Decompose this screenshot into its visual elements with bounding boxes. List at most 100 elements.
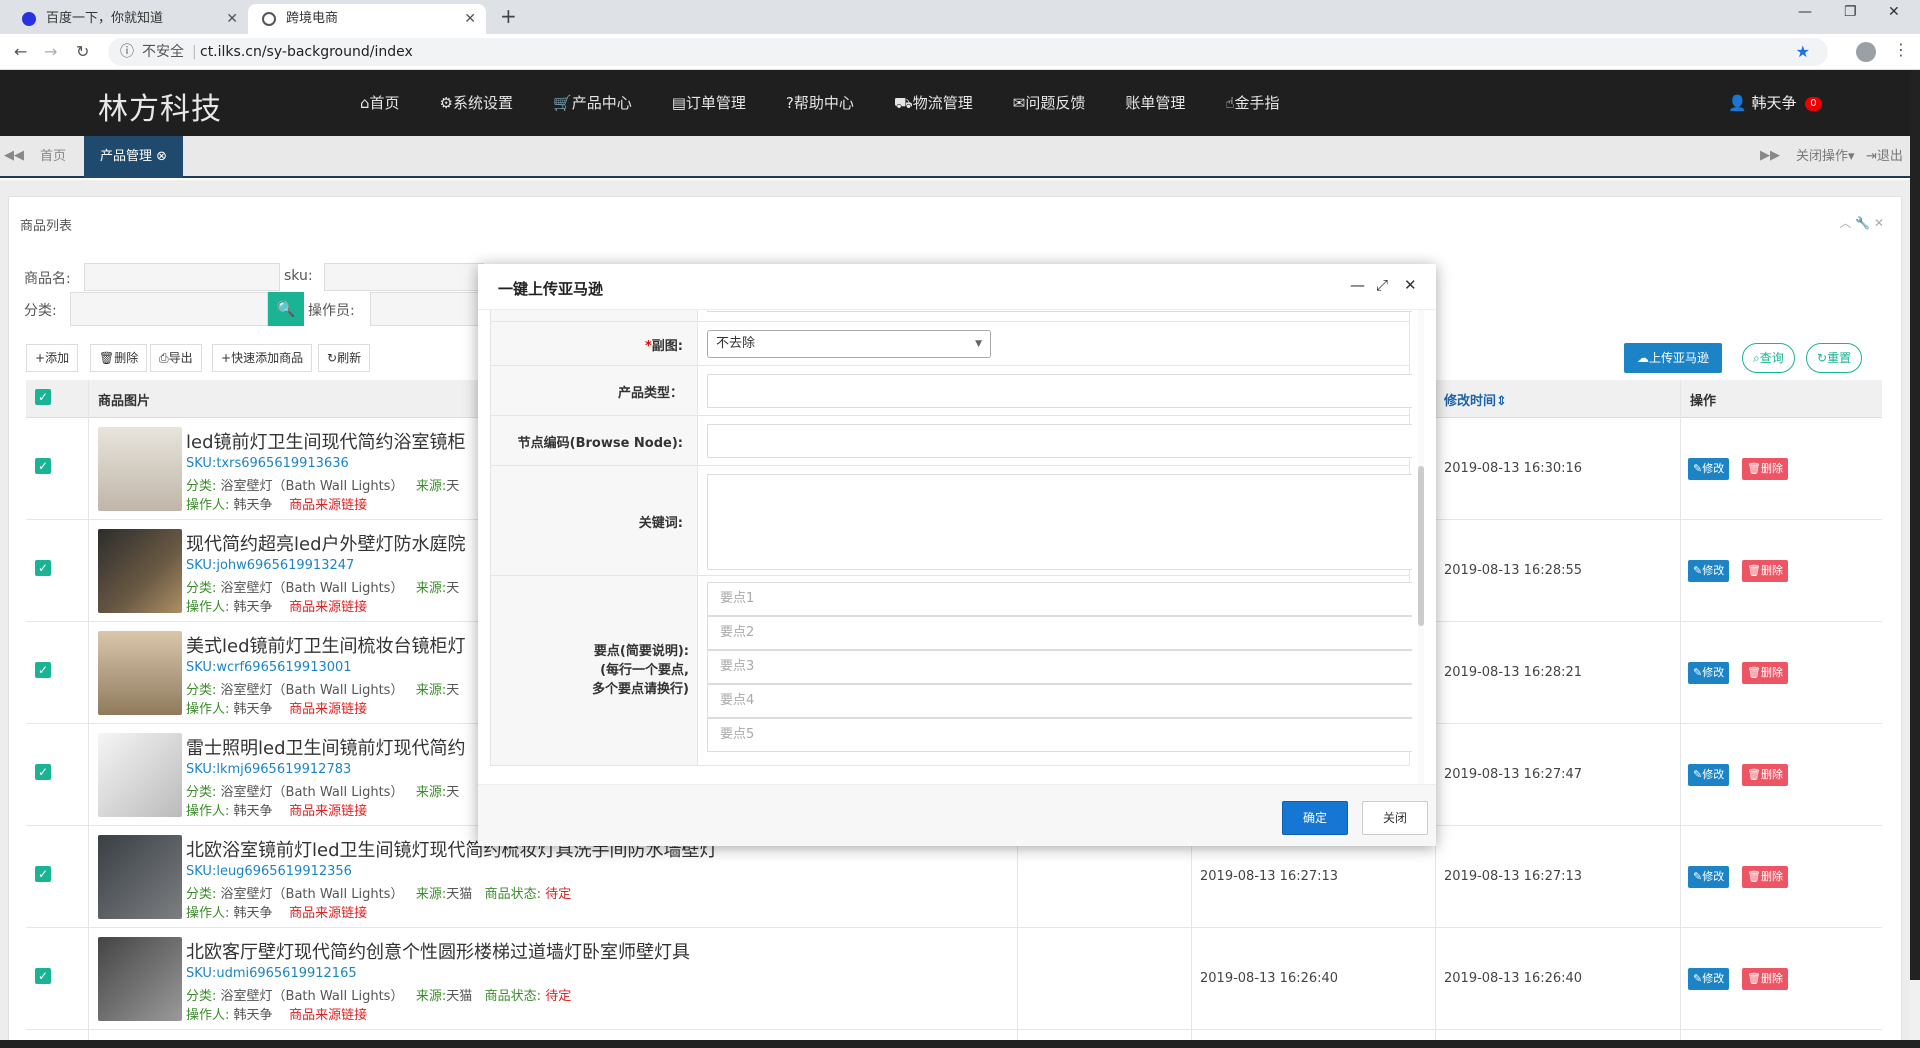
- row-checkbox[interactable]: ✓: [35, 560, 51, 576]
- row-checkbox[interactable]: ✓: [35, 662, 51, 678]
- window-close-icon[interactable]: ✕: [1888, 4, 1900, 20]
- source-link[interactable]: 商品来源链接: [289, 498, 367, 513]
- product-thumbnail[interactable]: [98, 835, 182, 919]
- nav-item-billing[interactable]: 账单管理: [1125, 70, 1185, 136]
- product-title[interactable]: 北欧客厅壁灯现代简约创意个性圆形楼梯过道墙灯卧室师壁灯具: [186, 938, 690, 964]
- page-scrollbar-track[interactable]: [1910, 980, 1920, 1040]
- browser-tab-baidu[interactable]: 百度一下，你就知道 ✕: [8, 4, 248, 34]
- browser-menu-icon[interactable]: ⋮: [1893, 40, 1909, 59]
- reset-button[interactable]: ↻重置: [1806, 343, 1863, 373]
- close-icon[interactable]: ⊗: [156, 149, 167, 164]
- user-menu[interactable]: 👤 韩天争 0: [1728, 92, 1822, 113]
- row-checkbox[interactable]: ✓: [35, 458, 51, 474]
- restore-icon[interactable]: ❐: [1844, 4, 1857, 20]
- nav-item-system-settings[interactable]: ⚙系统设置: [440, 70, 513, 136]
- scroll-right-icon[interactable]: ▶▶: [1760, 148, 1780, 163]
- product-title[interactable]: 雷士照明led卫生间镜前灯现代简约: [186, 734, 466, 760]
- scroll-left-icon[interactable]: ◀◀: [4, 148, 24, 163]
- tab-product-management[interactable]: 产品管理 ⊗: [84, 136, 184, 178]
- nav-item-golden-finger[interactable]: ☝金手指: [1225, 70, 1279, 136]
- source-link[interactable]: 商品来源链接: [289, 906, 367, 921]
- bullet-input-5[interactable]: 要点5: [707, 718, 1412, 752]
- product-type-input[interactable]: [707, 374, 1412, 408]
- delete-row-button[interactable]: 🗑删除: [1742, 866, 1788, 888]
- nav-item-feedback[interactable]: ✉问题反馈: [1013, 70, 1086, 136]
- close-icon[interactable]: ✕: [226, 4, 238, 34]
- delete-row-button[interactable]: 🗑删除: [1742, 764, 1788, 786]
- logout-button[interactable]: ⇥退出: [1866, 136, 1903, 178]
- sku-input[interactable]: [324, 263, 484, 291]
- query-button[interactable]: ⌕查询: [1742, 343, 1795, 373]
- close-icon[interactable]: ✕: [1874, 216, 1884, 230]
- new-tab-icon[interactable]: +: [500, 4, 517, 28]
- nav-item-order-management[interactable]: ▤订单管理: [672, 70, 746, 136]
- edit-button[interactable]: ✎修改: [1688, 662, 1730, 684]
- nav-item-logistics[interactable]: ⛟物流管理: [894, 70, 973, 136]
- product-thumbnail[interactable]: [98, 631, 182, 715]
- profile-avatar-icon[interactable]: [1856, 42, 1876, 62]
- source-link[interactable]: 商品来源链接: [289, 1008, 367, 1023]
- close-icon[interactable]: ✕: [1404, 276, 1417, 294]
- close-operations-dropdown[interactable]: 关闭操作▾: [1796, 136, 1855, 178]
- nav-item-help-center[interactable]: ?帮助中心: [786, 70, 854, 136]
- close-icon[interactable]: ✕: [464, 4, 476, 34]
- delete-row-button[interactable]: 🗑删除: [1742, 662, 1788, 684]
- info-icon[interactable]: ⓘ: [120, 38, 134, 66]
- nav-item-home[interactable]: ⌂首页: [360, 70, 400, 136]
- product-thumbnail[interactable]: [98, 427, 182, 511]
- nav-item-product-center[interactable]: 🛒产品中心: [553, 70, 632, 136]
- edit-button[interactable]: ✎修改: [1688, 764, 1730, 786]
- product-thumbnail[interactable]: [98, 733, 182, 817]
- maximize-icon[interactable]: ⤢: [1376, 276, 1388, 294]
- minimize-icon[interactable]: —: [1350, 276, 1365, 294]
- keywords-textarea[interactable]: [707, 474, 1412, 570]
- product-title[interactable]: 美式led镜前灯卫生间梳妆台镜柜灯: [186, 632, 466, 658]
- upload-amazon-button[interactable]: ☁上传亚马逊: [1624, 343, 1722, 373]
- forward-icon[interactable]: →: [44, 42, 57, 61]
- url-field[interactable]: ⓘ 不安全 | ct.ilks.cn/sy-background/index ★: [108, 38, 1828, 66]
- operator-input[interactable]: [370, 292, 480, 326]
- close-button[interactable]: 关闭: [1362, 801, 1428, 835]
- page-scrollbar[interactable]: [1910, 70, 1920, 980]
- back-icon[interactable]: ←: [14, 42, 27, 61]
- delete-row-button[interactable]: 🗑删除: [1742, 560, 1788, 582]
- bullet-input-2[interactable]: 要点2: [707, 616, 1412, 650]
- select-all-checkbox[interactable]: ✓: [35, 389, 51, 405]
- product-thumbnail[interactable]: [98, 937, 182, 1021]
- source-link[interactable]: 商品来源链接: [289, 702, 367, 717]
- bookmark-star-icon[interactable]: ★: [1796, 38, 1810, 66]
- bullet-input-3[interactable]: 要点3: [707, 650, 1412, 684]
- previous-field[interactable]: [707, 310, 1412, 312]
- delete-row-button[interactable]: 🗑删除: [1742, 458, 1788, 480]
- category-input[interactable]: [70, 292, 268, 326]
- product-name-input[interactable]: [84, 263, 280, 291]
- product-thumbnail[interactable]: [98, 529, 182, 613]
- wrench-icon[interactable]: 🔧: [1855, 216, 1870, 230]
- browser-tab-active[interactable]: 跨境电商 ✕: [248, 4, 486, 34]
- category-search-button[interactable]: 🔍: [268, 292, 304, 326]
- collapse-icon[interactable]: ︿: [1839, 216, 1851, 230]
- tab-home[interactable]: 首页: [24, 136, 82, 178]
- minimize-icon[interactable]: —: [1798, 4, 1812, 20]
- bullet-input-1[interactable]: 要点1: [707, 582, 1412, 616]
- confirm-button[interactable]: 确定: [1282, 801, 1348, 835]
- row-checkbox[interactable]: ✓: [35, 866, 51, 882]
- row-checkbox[interactable]: ✓: [35, 764, 51, 780]
- bullet-input-4[interactable]: 要点4: [707, 684, 1412, 718]
- edit-button[interactable]: ✎修改: [1688, 560, 1730, 582]
- source-link[interactable]: 商品来源链接: [289, 804, 367, 819]
- edit-button[interactable]: ✎修改: [1688, 458, 1730, 480]
- product-title[interactable]: led镜前灯卫生间现代简约浴室镜柜: [186, 428, 466, 454]
- edit-button[interactable]: ✎修改: [1688, 866, 1730, 888]
- edit-button[interactable]: ✎修改: [1688, 968, 1730, 990]
- export-button[interactable]: ⎙导出: [150, 344, 202, 372]
- delete-button[interactable]: 🗑删除: [90, 344, 148, 372]
- row-checkbox[interactable]: ✓: [35, 968, 51, 984]
- add-button[interactable]: +添加: [26, 344, 79, 372]
- quick-add-button[interactable]: +快速添加商品: [212, 344, 313, 372]
- source-link[interactable]: 商品来源链接: [289, 600, 367, 615]
- delete-row-button[interactable]: 🗑删除: [1742, 968, 1788, 990]
- refresh-button[interactable]: ↻刷新: [318, 344, 371, 372]
- dialog-scrollbar-thumb[interactable]: [1418, 466, 1424, 626]
- reload-icon[interactable]: ↻: [76, 42, 89, 61]
